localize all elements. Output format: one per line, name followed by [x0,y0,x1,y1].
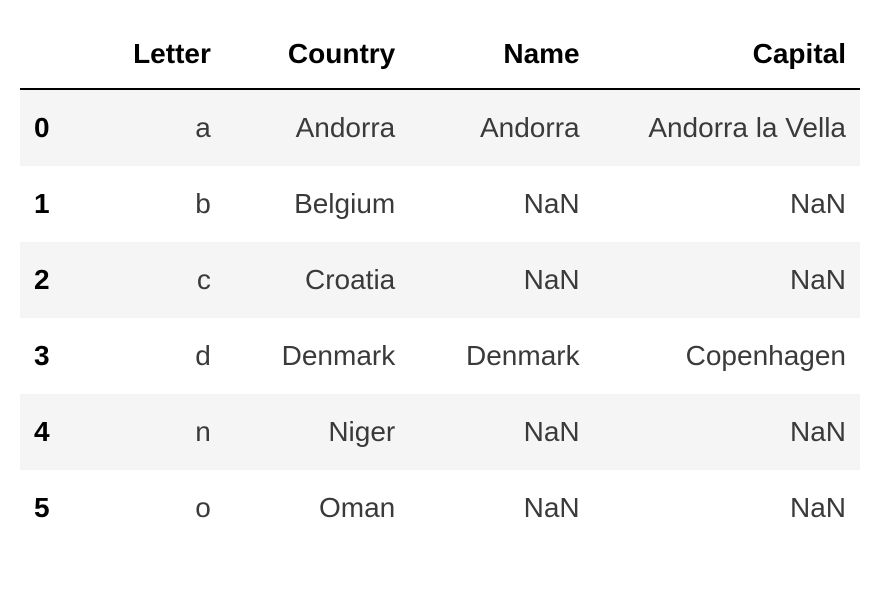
row-index: 0 [20,89,81,166]
table-row: 1 b Belgium NaN NaN [20,166,860,242]
cell-letter: d [81,318,224,394]
table-row: 4 n Niger NaN NaN [20,394,860,470]
cell-letter: o [81,470,224,546]
cell-name: NaN [409,470,593,546]
cell-capital: NaN [594,166,860,242]
table-row: 3 d Denmark Denmark Copenhagen [20,318,860,394]
cell-letter: a [81,89,224,166]
cell-letter: c [81,242,224,318]
header-name: Name [409,20,593,89]
header-row: Letter Country Name Capital [20,20,860,89]
dataframe-table: Letter Country Name Capital 0 a Andorra … [20,20,860,546]
cell-capital: Andorra la Vella [594,89,860,166]
cell-capital: NaN [594,394,860,470]
cell-country: Andorra [225,89,409,166]
cell-name: Andorra [409,89,593,166]
cell-country: Oman [225,470,409,546]
row-index: 3 [20,318,81,394]
cell-capital: NaN [594,242,860,318]
header-capital: Capital [594,20,860,89]
table-row: 0 a Andorra Andorra Andorra la Vella [20,89,860,166]
cell-country: Denmark [225,318,409,394]
table-row: 5 o Oman NaN NaN [20,470,860,546]
cell-name: Denmark [409,318,593,394]
row-index: 2 [20,242,81,318]
header-index [20,20,81,89]
cell-capital: NaN [594,470,860,546]
cell-country: Belgium [225,166,409,242]
cell-name: NaN [409,242,593,318]
row-index: 4 [20,394,81,470]
cell-country: Croatia [225,242,409,318]
header-country: Country [225,20,409,89]
row-index: 1 [20,166,81,242]
header-letter: Letter [81,20,224,89]
cell-name: NaN [409,166,593,242]
cell-country: Niger [225,394,409,470]
cell-capital: Copenhagen [594,318,860,394]
cell-name: NaN [409,394,593,470]
table-row: 2 c Croatia NaN NaN [20,242,860,318]
row-index: 5 [20,470,81,546]
cell-letter: n [81,394,224,470]
cell-letter: b [81,166,224,242]
